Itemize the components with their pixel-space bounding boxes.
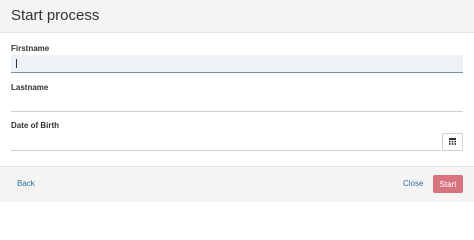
start-process-dialog: Start process Firstname Lastname Date of… xyxy=(0,0,474,202)
start-button[interactable]: Start xyxy=(433,175,463,193)
firstname-label: Firstname xyxy=(11,44,50,53)
dialog-title: Start process xyxy=(11,7,100,24)
dialog-header: Start process xyxy=(0,0,474,33)
text-caret xyxy=(16,59,17,68)
calendar-icon xyxy=(449,138,456,145)
back-button[interactable]: Back xyxy=(17,179,35,189)
firstname-input[interactable] xyxy=(11,55,463,73)
date-of-birth-label: Date of Birth xyxy=(11,121,59,130)
date-picker-button[interactable] xyxy=(442,133,463,151)
close-button[interactable]: Close xyxy=(403,179,423,189)
lastname-input[interactable] xyxy=(11,94,463,112)
lastname-label: Lastname xyxy=(11,83,49,92)
date-of-birth-input[interactable] xyxy=(11,133,441,151)
